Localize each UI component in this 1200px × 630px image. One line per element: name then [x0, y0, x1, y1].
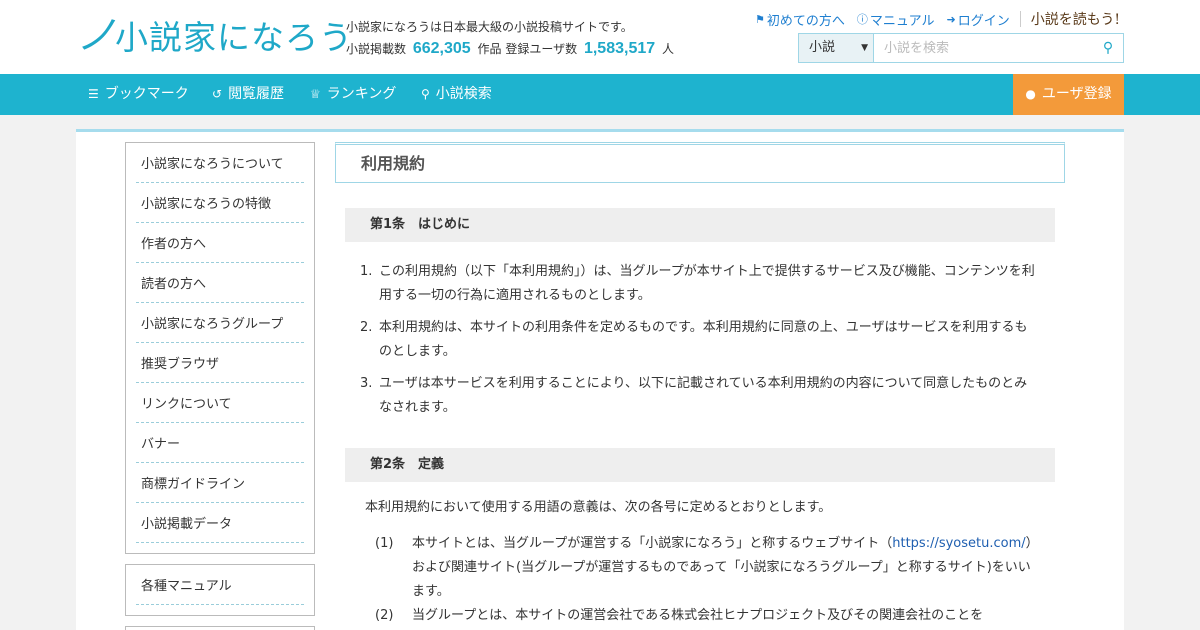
login-icon: ➜: [946, 12, 956, 26]
nav-bookmark[interactable]: ☰ ブックマーク: [88, 74, 189, 115]
register-button[interactable]: ● ユーザ登録: [1013, 74, 1124, 115]
beginner-link[interactable]: ⚑ 初めての方へ: [755, 10, 845, 29]
sidebar-item-for-authors[interactable]: 作者の方へ: [136, 223, 304, 263]
novel-count: 662,305: [412, 40, 471, 57]
user-icon: ●: [1025, 87, 1036, 101]
user-count-unit: 人: [661, 42, 674, 56]
main-content: 利用規約 第1条 はじめに 1. この利用規約（以下「本利用規約」）は、当グループ…: [335, 142, 1065, 623]
sidebar-menu: 小説家になろうについて 小説家になろうの特徴 作者の方へ 読者の方へ 小説家にな…: [125, 142, 315, 554]
article2-heading: 第2条 定義: [345, 448, 1055, 482]
sidebar-item-links[interactable]: リンクについて: [136, 383, 304, 423]
bookshelf-icon: ☰: [88, 87, 99, 101]
sidebar-item-data[interactable]: 小説掲載データ: [136, 503, 304, 543]
site-stats: 小説掲載数 662,305 作品 登録ユーザ数 1,583,517 人: [346, 40, 674, 58]
nav-search[interactable]: ⚲ 小説検索: [421, 74, 492, 115]
yomou-logo-link[interactable]: 小説を読もう!: [1031, 9, 1120, 29]
search-submit-button[interactable]: ⚲: [1093, 34, 1123, 62]
article2-intro: 本利用規約において使用する用語の意義は、次の各号に定めるとおりとします。: [365, 500, 832, 515]
site-description: 小説家になろうは日本最大級の小説投稿サイトです。: [346, 20, 633, 34]
sidebar-item-for-readers[interactable]: 読者の方へ: [136, 263, 304, 303]
site-header: ノ小説家になろう 小説家になろうは日本最大級の小説投稿サイトです。 小説掲載数 …: [0, 0, 1200, 74]
list-item: 1. この利用規約（以下「本利用規約」）は、当グループが本サイト上で提供するサービ…: [360, 264, 1035, 303]
sidebar-item-banner[interactable]: バナー: [136, 423, 304, 463]
sidebar-item-features[interactable]: 小説家になろうの特徴: [136, 183, 304, 223]
bookmark-icon: ⚑: [755, 12, 765, 26]
list-item: (1) 本サイトとは、当グループが運営する「小説家になろう」と称するウェブサイト（…: [375, 536, 1039, 599]
header-divider: [1019, 11, 1021, 27]
site-logo[interactable]: ノ小説家になろう: [76, 10, 353, 62]
user-count: 1,583,517: [583, 40, 656, 57]
question-circle-icon: ⓘ: [856, 13, 868, 26]
search-type-select[interactable]: 小説 ▼: [799, 34, 874, 62]
sidebar-item-trademark[interactable]: 商標ガイドライン: [136, 463, 304, 503]
sidebar-item-browsers[interactable]: 推奨ブラウザ: [136, 343, 304, 383]
search-icon: ⚲: [421, 87, 430, 101]
sidebar-manual-box: 各種マニュアル: [125, 564, 315, 616]
global-nav: ☰ ブックマーク ↺ 閲覧履歴 ♕ ランキング ⚲ 小説検索 ● ユーザ登録: [0, 74, 1200, 115]
history-icon: ↺: [212, 87, 223, 101]
sidebar-item-manuals[interactable]: 各種マニュアル: [136, 565, 304, 605]
syosetu-url-link[interactable]: https://syosetu.com/: [892, 536, 1025, 551]
sidebar-next-box: [125, 626, 315, 630]
logo-text: 小説家になろう: [115, 18, 353, 57]
article2-definitions: (1) 本サイトとは、当グループが運営する「小説家になろう」と称するウェブサイト（…: [375, 532, 1040, 628]
page-title: 利用規約: [335, 142, 1065, 183]
header-links: ⚑ 初めての方へ ⓘ マニュアル ➜ ログイン 小説を読もう!: [743, 9, 1120, 29]
search-box: 小説 ▼ ⚲: [798, 33, 1124, 63]
user-count-label: 登録ユーザ数: [505, 42, 578, 56]
article1-list: 1. この利用規約（以下「本利用規約」）は、当グループが本サイト上で提供するサービ…: [360, 260, 1040, 428]
crown-icon: ♕: [310, 87, 321, 101]
list-item: (2) 当グループとは、本サイトの運営会社である株式会社ヒナプロジェクト及びその関…: [375, 608, 984, 623]
novel-count-unit: 作品: [477, 42, 502, 56]
sidebar-item-about[interactable]: 小説家になろうについて: [136, 143, 304, 183]
nav-ranking[interactable]: ♕ ランキング: [310, 74, 396, 115]
search-icon: ⚲: [1102, 40, 1114, 56]
nav-history[interactable]: ↺ 閲覧履歴: [212, 74, 284, 115]
novel-count-label: 小説掲載数: [346, 42, 407, 56]
list-item: 2. 本利用規約は、本サイトの利用条件を定めるものです。本利用規約に同意の上、ユー…: [360, 320, 1028, 359]
article1-heading: 第1条 はじめに: [345, 208, 1055, 242]
login-link[interactable]: ➜ ログイン: [947, 10, 1010, 29]
chevron-down-icon: ▼: [861, 43, 868, 53]
sidebar-item-group[interactable]: 小説家になろうグループ: [136, 303, 304, 343]
logo-swirl: ノ: [76, 13, 117, 59]
search-input[interactable]: [874, 34, 1093, 62]
list-item: 3. ユーザは本サービスを利用することにより、以下に記載されている本利用規約の内容…: [360, 376, 1028, 415]
manual-link[interactable]: ⓘ マニュアル: [857, 10, 935, 29]
